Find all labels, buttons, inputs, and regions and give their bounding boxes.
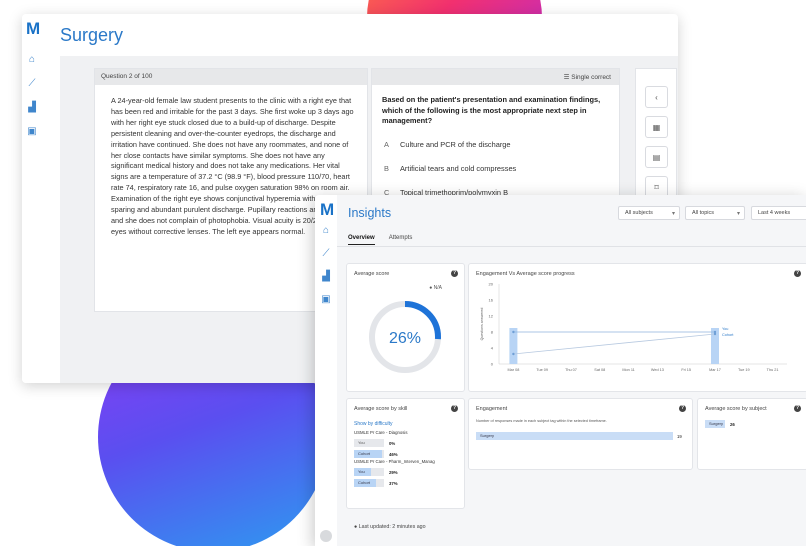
info-icon[interactable]: ? [679, 405, 686, 412]
insights-sidebar: M ⌂ ⟋ ▟ ▣ [315, 195, 337, 546]
y-axis-label: Questions answered [480, 308, 484, 341]
x-tick-label: Wed 13 [651, 368, 664, 372]
last-updated: ● Last updated: 2 minutes ago [354, 524, 426, 530]
answer-option-b[interactable]: B Artificial tears and cold compresses [372, 157, 619, 181]
x-tick-label: Mar 17 [709, 368, 721, 372]
skill-percent-you: 0% [389, 441, 396, 446]
page-title: Insights [348, 206, 392, 220]
engagement-bar-surgery: Surgery [476, 432, 673, 440]
series-point [512, 352, 515, 356]
x-tick-label: Thu 21 [767, 368, 779, 372]
score-value: 26% [389, 330, 421, 347]
bar-chart-icon[interactable]: ▟ [25, 102, 39, 113]
skill-percent-you: 29% [389, 470, 398, 475]
y-tick-label: 20 [489, 282, 494, 287]
page-title: Surgery [60, 25, 124, 45]
skill-bar-fill-cohort: Cohort [354, 450, 382, 458]
insights-window: M ⌂ ⟋ ▟ ▣ Insights All subjects ▾ All to… [315, 195, 806, 546]
notes-icon[interactable]: ▤ [645, 146, 668, 168]
average-score-card: Average score ? ● N/A 26% [346, 263, 465, 392]
info-icon[interactable]: ? [451, 405, 458, 412]
collapse-chevron-icon[interactable]: ‹ [645, 86, 668, 108]
series-point [713, 332, 717, 336]
home-icon[interactable]: ⌂ [319, 225, 333, 236]
x-tick-label: Sat 08 [594, 368, 605, 372]
timeframe-filter[interactable]: Last 4 weeks [751, 206, 806, 220]
insights-tabs: Overview Attempts [348, 235, 412, 245]
skill-percent-cohort: 46% [389, 452, 398, 457]
x-tick-label: Thu 07 [565, 368, 577, 372]
series-point [512, 330, 515, 334]
question-counter: Question 2 of 100 [95, 69, 367, 85]
skill-name: USMLE Pr Care - Diagnosis [354, 430, 408, 435]
answer-option-a[interactable]: A Culture and PCR of the discharge [372, 133, 619, 157]
answer-panel-header: ☰ Single correct [372, 69, 619, 85]
tab-overview[interactable]: Overview [348, 235, 375, 245]
skill-bar-fill-cohort: Cohort [354, 479, 376, 487]
image-icon[interactable]: ▣ [25, 126, 39, 137]
m-logo-icon[interactable]: M [320, 201, 334, 218]
avatar[interactable] [320, 530, 332, 542]
screenshot-stage: M ⌂ ⟋ ▟ ▣ Surgery Question 2 of 100 A 24… [0, 0, 806, 546]
engagement-subtitle: Number of responses made in each subject… [476, 419, 607, 423]
x-tick-label: Mar 08 [507, 368, 519, 372]
info-icon: ● [354, 524, 358, 530]
x-tick-label: Mon 11 [622, 368, 634, 372]
calculator-icon[interactable]: ▦ [645, 116, 668, 138]
score-gauge: 26% [369, 301, 441, 373]
engagement-card: Engagement ? Number of responses made in… [468, 398, 693, 470]
m-logo-icon[interactable]: M [26, 20, 40, 37]
skill-name: USMLE Pr Care - Pharm_Interven_Manag [354, 459, 435, 464]
score-by-subject-card: Average score by subject ? Surgery 26 [697, 398, 806, 470]
card-title: Average score by subject [705, 406, 767, 412]
progress-chart: 0 4 8 12 16 20 Questions answered Mar 08 Tue 09 T… [480, 282, 787, 372]
chevron-down-icon: ▾ [736, 210, 740, 217]
engagement-count: 19 [677, 434, 682, 439]
subject-score: 26 [730, 422, 735, 427]
x-tick-label: Tue 09 [536, 368, 548, 372]
series-legend-label: You [722, 327, 728, 331]
skill-bar-you: You [354, 439, 384, 447]
x-tick-label: Tue 19 [738, 368, 750, 372]
skill-bar-fill-you: You [354, 468, 371, 476]
bar-chart-icon[interactable]: ▟ [319, 271, 333, 282]
y-tick-label: 4 [491, 346, 494, 351]
line-chart-icon[interactable]: ⟋ [319, 248, 333, 259]
tab-attempts[interactable]: Attempts [389, 235, 413, 245]
progress-chart-card: Engagement Vs Average score progress ? 0… [468, 263, 806, 392]
answer-question: Based on the patient's presentation and … [382, 95, 601, 126]
home-icon[interactable]: ⌂ [25, 54, 39, 65]
answer-mode-label: ☰ Single correct [563, 74, 611, 81]
subject-filter[interactable]: All subjects ▾ [618, 206, 680, 220]
y-tick-label: 12 [489, 314, 494, 319]
card-title: Average score by skill [354, 406, 408, 412]
chevron-down-icon: ▾ [671, 210, 675, 217]
subject-bar-surgery: Surgery [705, 420, 725, 428]
y-tick-label: 0 [491, 362, 494, 367]
show-by-difficulty-link[interactable]: Show by difficulty [354, 421, 393, 427]
engagement-bar [509, 328, 518, 364]
card-title: Engagement [476, 406, 508, 412]
sidebar: M ⌂ ⟋ ▟ ▣ [22, 14, 42, 383]
tabs-divider [337, 246, 806, 247]
skill-percent-cohort: 37% [389, 481, 398, 486]
y-tick-label: 8 [491, 330, 494, 335]
series-legend-label: Cohort [722, 333, 734, 337]
series-line-cohort [513, 333, 716, 355]
image-icon[interactable]: ▣ [319, 294, 333, 305]
topic-filter[interactable]: All topics ▾ [685, 206, 745, 220]
y-tick-label: 16 [489, 298, 494, 303]
info-icon[interactable]: ? [794, 405, 801, 412]
line-chart-icon[interactable]: ⟋ [25, 78, 39, 89]
score-by-skill-card: Average score by skill ? Show by difficu… [346, 398, 465, 509]
x-tick-label: Fri 15 [681, 368, 691, 372]
